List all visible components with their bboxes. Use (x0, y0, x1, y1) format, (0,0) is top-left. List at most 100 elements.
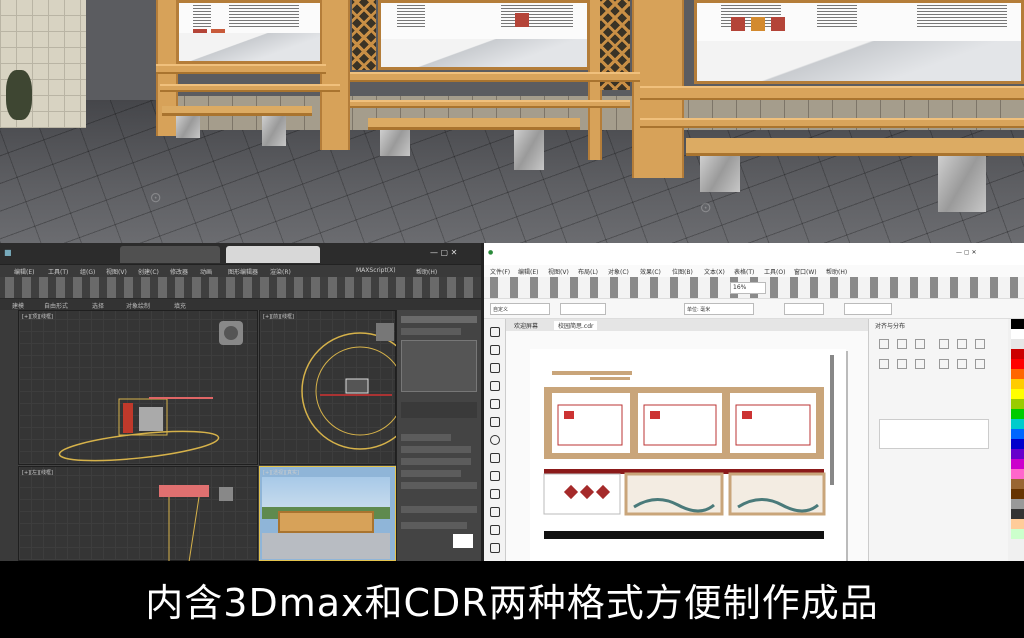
palette-swatch[interactable] (1011, 469, 1024, 479)
palette-swatch[interactable] (1011, 479, 1024, 489)
page-size-field[interactable] (560, 303, 606, 315)
palette-swatch[interactable] (1011, 369, 1024, 379)
palette-swatch[interactable] (1011, 519, 1024, 529)
distribute-icon[interactable] (957, 359, 967, 369)
palette-swatch[interactable] (1011, 429, 1024, 439)
ribbon-tab[interactable]: 填充 (174, 301, 186, 310)
window-controls-icon[interactable]: — ▢ ✕ (956, 249, 977, 256)
palette-swatch[interactable] (1011, 489, 1024, 499)
ribbon-tab[interactable]: 对象绘制 (126, 301, 150, 310)
cdr-canvas[interactable] (506, 331, 868, 561)
align-right-icon[interactable] (915, 339, 925, 349)
viewport-top[interactable]: [+][顶][线框] (18, 310, 258, 465)
connector-tool-icon[interactable] (490, 489, 500, 499)
units-select[interactable]: 单位: 毫米 (684, 303, 754, 315)
menu-item[interactable]: 图形编辑器 (228, 267, 258, 276)
zoom-level[interactable]: 16% (730, 282, 766, 294)
viewport-left[interactable]: [+][左][线框] (18, 466, 258, 562)
align-middle-icon[interactable] (957, 339, 967, 349)
palette-swatch[interactable] (1011, 439, 1024, 449)
align-left-icon[interactable] (879, 339, 889, 349)
palette-swatch[interactable] (1011, 399, 1024, 409)
palette-swatch[interactable] (1011, 409, 1024, 419)
nudge-field[interactable] (784, 303, 824, 315)
page-preset-select[interactable]: 自定义 (490, 303, 550, 315)
distribute-icon[interactable] (897, 359, 907, 369)
menu-item[interactable]: MAXScript(X) (356, 267, 396, 274)
effects-tool-icon[interactable] (490, 507, 500, 517)
polygon-tool-icon[interactable] (490, 453, 500, 463)
menu-item[interactable]: 帮助(H) (826, 267, 847, 276)
distribute-icon[interactable] (939, 359, 949, 369)
ellipse-tool-icon[interactable] (490, 435, 500, 445)
max-tab[interactable] (120, 246, 220, 263)
color-palette[interactable] (1011, 319, 1024, 561)
palette-swatch[interactable] (1011, 329, 1024, 339)
viewport-front[interactable]: [+][前][线框] (259, 310, 397, 465)
menu-item[interactable]: 视图(V) (106, 267, 127, 276)
freehand-tool-icon[interactable] (490, 399, 500, 409)
palette-swatch[interactable] (1011, 529, 1024, 539)
rectangle-tool-icon[interactable] (490, 417, 500, 427)
palette-swatch[interactable] (1011, 419, 1024, 429)
menu-item[interactable]: 编辑(E) (518, 267, 538, 276)
align-top-icon[interactable] (939, 339, 949, 349)
max-tab-active[interactable] (226, 246, 320, 263)
text-tool-icon[interactable] (490, 471, 500, 481)
distribute-icon[interactable] (915, 359, 925, 369)
caption-bar: 内含3Dmax和CDR两种格式方便制作成品 (0, 561, 1024, 638)
tab-document[interactable]: 校园简思.cdr (554, 321, 598, 330)
palette-swatch[interactable] (1011, 459, 1024, 469)
palette-swatch[interactable] (1011, 389, 1024, 399)
duplicate-distance-field[interactable] (844, 303, 892, 315)
align-center-icon[interactable] (897, 339, 907, 349)
menu-item[interactable]: 位图(B) (672, 267, 693, 276)
cdr-standard-toolbar[interactable]: 16% (484, 277, 1024, 299)
menu-item[interactable]: 布局(L) (578, 267, 598, 276)
distribute-icon[interactable] (975, 359, 985, 369)
modifier-list[interactable] (401, 340, 477, 392)
menu-item[interactable]: 帮助(H) (416, 267, 437, 276)
ribbon-tab[interactable]: 建模 (12, 301, 24, 310)
menu-item[interactable]: 修改器 (170, 267, 188, 276)
menu-item[interactable]: 视图(V) (548, 267, 569, 276)
eyedropper-tool-icon[interactable] (490, 525, 500, 535)
palette-swatch[interactable] (1011, 449, 1024, 459)
window-controls-icon[interactable]: — ▢ ✕ (430, 248, 457, 257)
menu-item[interactable]: 表格(T) (734, 267, 754, 276)
position-fields[interactable] (879, 419, 989, 449)
palette-swatch[interactable] (1011, 499, 1024, 509)
palette-swatch[interactable] (1011, 339, 1024, 349)
menu-item[interactable]: 编辑(E) (14, 267, 34, 276)
distribute-icon[interactable] (879, 359, 889, 369)
zoom-tool-icon[interactable] (490, 381, 500, 391)
palette-swatch[interactable] (1011, 509, 1024, 519)
color-swatch[interactable] (453, 534, 473, 548)
menu-item[interactable]: 文件(F) (490, 267, 510, 276)
palette-swatch[interactable] (1011, 379, 1024, 389)
palette-swatch[interactable] (1011, 359, 1024, 369)
max-main-toolbar[interactable] (0, 277, 481, 299)
menu-item[interactable]: 渲染(R) (270, 267, 291, 276)
crop-tool-icon[interactable] (490, 363, 500, 373)
menu-item[interactable]: 文本(X) (704, 267, 725, 276)
menu-item[interactable]: 对象(C) (608, 267, 629, 276)
fill-tool-icon[interactable] (490, 543, 500, 553)
ribbon-tab[interactable]: 选择 (92, 301, 104, 310)
menu-item[interactable]: 创建(C) (138, 267, 159, 276)
shape-tool-icon[interactable] (490, 345, 500, 355)
pick-tool-icon[interactable] (490, 327, 500, 337)
viewport-perspective[interactable]: [+][透视][真实] (259, 466, 396, 561)
align-bottom-icon[interactable] (975, 339, 985, 349)
menu-item[interactable]: 窗口(W) (794, 267, 817, 276)
menu-item[interactable]: 工具(O) (764, 267, 785, 276)
menu-item[interactable]: 组(G) (80, 267, 95, 276)
menu-item[interactable]: 动画 (200, 267, 212, 276)
menu-item[interactable]: 效果(C) (640, 267, 661, 276)
menu-item[interactable]: 工具(T) (48, 267, 68, 276)
palette-swatch[interactable] (1011, 319, 1024, 329)
ribbon-tab[interactable]: 自由形式 (44, 301, 68, 310)
max-ribbon: 建模 自由形式 选择 对象绘制 填充 (0, 299, 481, 310)
tab-welcome[interactable]: 欢迎屏幕 (510, 321, 542, 330)
palette-swatch[interactable] (1011, 349, 1024, 359)
